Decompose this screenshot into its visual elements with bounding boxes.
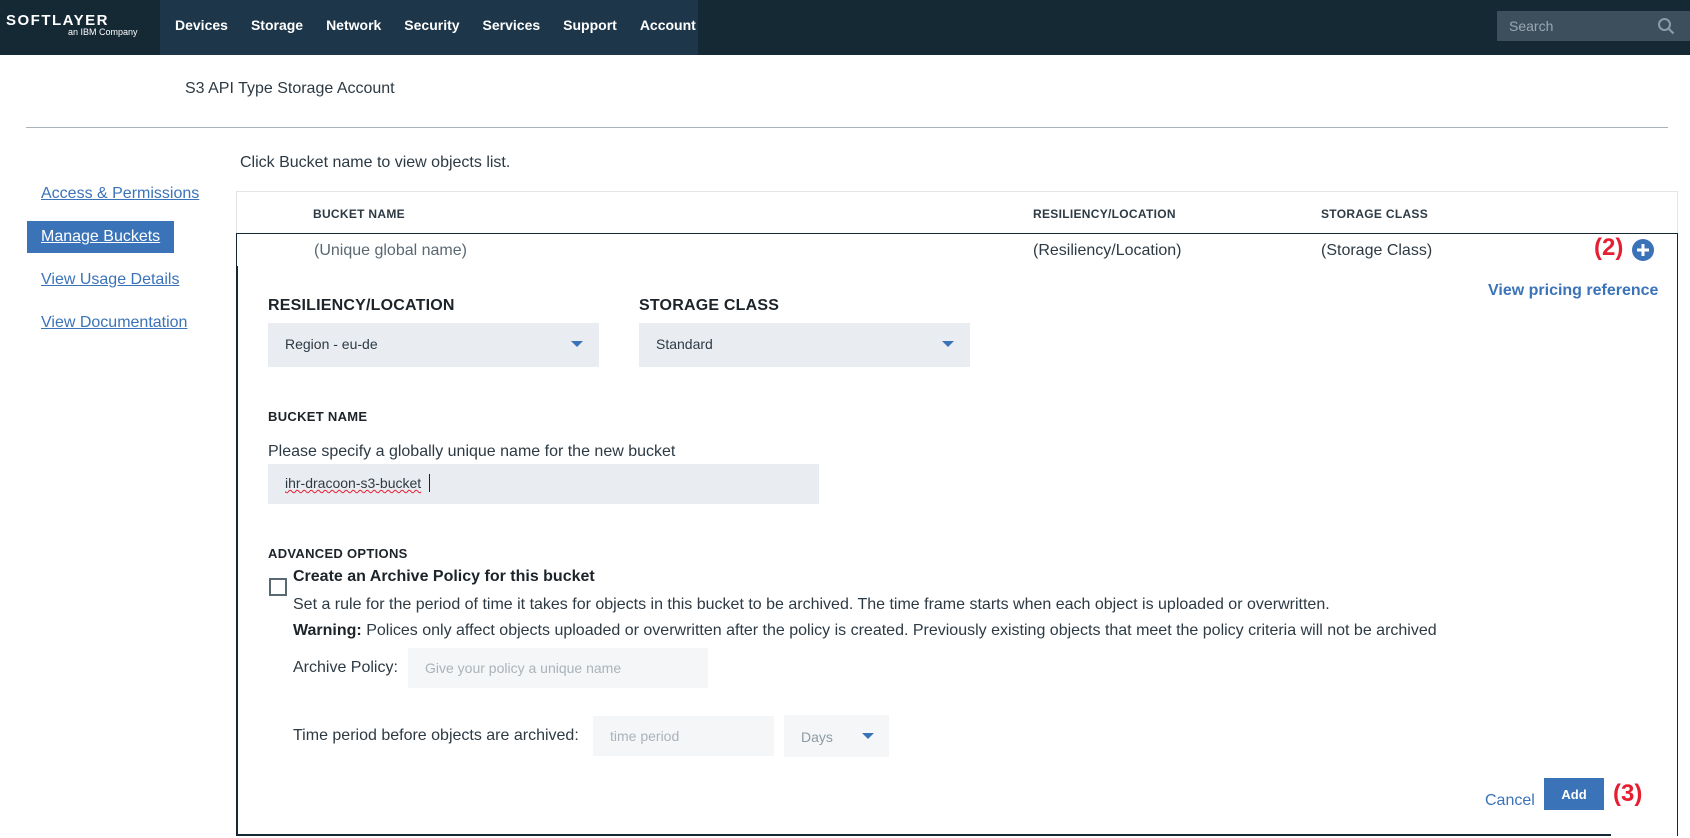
- nav-item-services[interactable]: Services: [475, 0, 549, 55]
- time-period-label: Time period before objects are archived:: [293, 727, 579, 744]
- annotation-step-2: (2): [1594, 234, 1624, 261]
- logo-tagline: an IBM Company: [68, 27, 138, 37]
- warning-text: Polices only affect objects uploaded or …: [366, 622, 1437, 639]
- storage-class-select[interactable]: Standard: [639, 323, 970, 367]
- time-period-input[interactable]: [593, 716, 774, 756]
- archive-policy-warning: Warning: Polices only affect objects upl…: [293, 622, 1437, 640]
- softlayer-logo[interactable]: SOFTLAYER an IBM Company: [0, 0, 160, 55]
- bucket-table-header: BUCKET NAME RESILIENCY/LOCATION STORAGE …: [236, 191, 1678, 233]
- resiliency-location-label: RESILIENCY/LOCATION: [268, 297, 455, 314]
- sidebar-item-view-documentation[interactable]: View Documentation: [27, 307, 201, 339]
- archive-policy-label: Archive Policy:: [293, 659, 398, 676]
- archive-policy-description: Set a rule for the period of time it tak…: [293, 596, 1330, 613]
- new-bucket-row: (Unique global name) (Resiliency/Locatio…: [236, 233, 1678, 267]
- page-title: S3 API Type Storage Account: [185, 80, 395, 97]
- nav-item-support[interactable]: Support: [555, 0, 625, 55]
- header-storage-class: STORAGE CLASS: [1321, 207, 1429, 221]
- nav-item-account[interactable]: Account: [632, 0, 704, 55]
- text-cursor: [429, 474, 430, 492]
- top-navigation-bar: SOFTLAYER an IBM Company Devices Storage…: [0, 0, 1690, 55]
- bucket-instruction: Click Bucket name to view objects list.: [240, 154, 511, 171]
- sidebar-item-view-usage-details[interactable]: View Usage Details: [27, 264, 193, 296]
- view-pricing-reference-link[interactable]: View pricing reference: [1488, 282, 1658, 300]
- time-unit-select[interactable]: Days: [784, 715, 889, 757]
- chevron-down-icon: [942, 341, 954, 347]
- search-input[interactable]: [1497, 11, 1657, 41]
- resiliency-location-select[interactable]: Region - eu-de: [268, 323, 599, 367]
- storage-class-label: STORAGE CLASS: [639, 297, 780, 314]
- new-bucket-storage-class-cell: (Storage Class): [1321, 242, 1433, 259]
- advanced-options-label: ADVANCED OPTIONS: [268, 546, 408, 561]
- bucket-name-value: ihr-dracoon-s3-bucket: [285, 475, 422, 491]
- nav-item-storage[interactable]: Storage: [243, 0, 311, 55]
- nav-item-security[interactable]: Security: [396, 0, 467, 55]
- add-bucket-button[interactable]: Add: [1544, 778, 1604, 810]
- warning-label: Warning:: [293, 622, 362, 639]
- chevron-down-icon: [862, 733, 874, 739]
- header-divider: [26, 127, 1668, 128]
- archive-policy-checkbox[interactable]: [269, 578, 287, 596]
- sidebar-item-access-permissions[interactable]: Access & Permissions: [27, 178, 213, 210]
- archive-policy-name-input[interactable]: [408, 648, 708, 688]
- archive-policy-title: Create an Archive Policy for this bucket: [293, 568, 595, 585]
- form-panel-bottom-border: [236, 834, 1611, 836]
- new-bucket-name-cell: (Unique global name): [314, 242, 467, 259]
- search-icon[interactable]: [1657, 17, 1675, 35]
- main-nav: Devices Storage Network Security Service…: [160, 0, 698, 55]
- search-box: [1497, 11, 1690, 41]
- cancel-button[interactable]: Cancel: [1485, 792, 1535, 810]
- chevron-down-icon: [571, 341, 583, 347]
- new-bucket-resiliency-cell: (Resiliency/Location): [1033, 242, 1182, 259]
- header-resiliency-location: RESILIENCY/LOCATION: [1033, 207, 1176, 221]
- nav-item-network[interactable]: Network: [318, 0, 389, 55]
- bucket-name-help: Please specify a globally unique name fo…: [268, 443, 676, 460]
- add-bucket-plus-icon[interactable]: [1631, 238, 1655, 262]
- resiliency-location-value: Region - eu-de: [285, 336, 378, 352]
- nav-item-devices[interactable]: Devices: [167, 0, 236, 55]
- sidebar-item-manage-buckets[interactable]: Manage Buckets: [27, 221, 175, 253]
- bucket-name-label: BUCKET NAME: [268, 409, 368, 424]
- header-bucket-name: BUCKET NAME: [313, 207, 405, 221]
- storage-class-value: Standard: [656, 336, 713, 352]
- time-unit-value: Days: [801, 729, 833, 745]
- annotation-step-3: (3): [1613, 780, 1643, 807]
